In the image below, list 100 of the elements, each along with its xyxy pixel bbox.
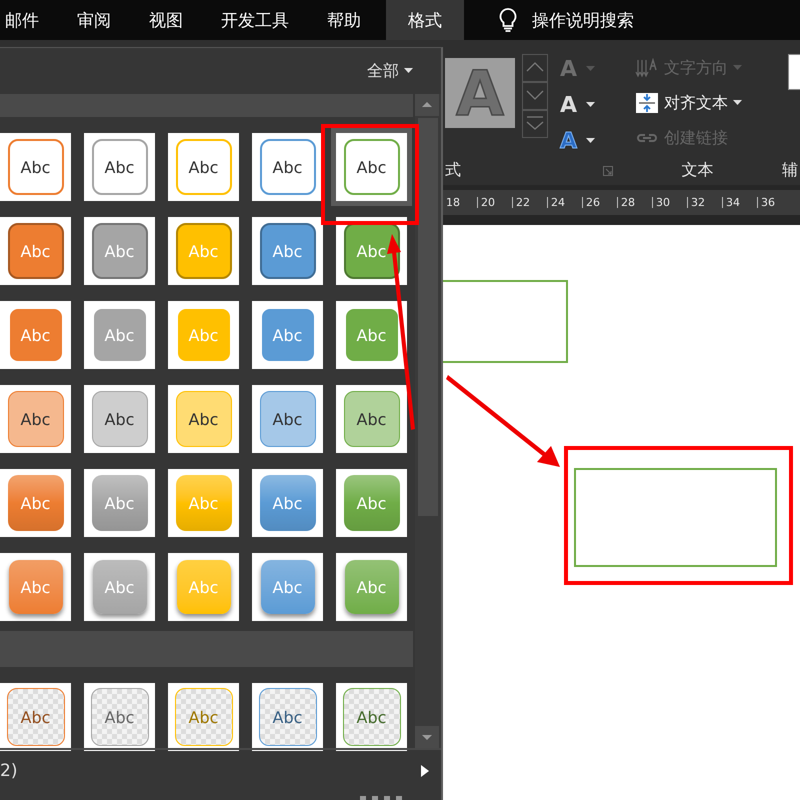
- style-swatch: Abc: [342, 688, 400, 746]
- style-swatch: Abc: [260, 560, 314, 614]
- ribbon-tab[interactable]: 开发工具: [202, 0, 308, 40]
- style-swatch: Abc: [344, 560, 398, 614]
- shape-style-tile[interactable]: Abc: [0, 301, 71, 369]
- text-effects-button[interactable]: A: [560, 128, 578, 154]
- style-swatch: Abc: [260, 139, 316, 195]
- ruler-number: 26: [582, 197, 616, 208]
- ribbon-tab[interactable]: 邮件: [0, 0, 58, 40]
- ruler-number: 30: [652, 197, 686, 208]
- style-swatch: Abc: [94, 309, 146, 361]
- shape-style-tile[interactable]: Abc: [252, 553, 323, 621]
- shape-style-tile[interactable]: Abc: [0, 469, 71, 537]
- caret-icon: [404, 68, 413, 74]
- ruler-number: 34: [722, 197, 756, 208]
- lightbulb-icon[interactable]: [498, 7, 518, 33]
- style-swatch: Abc: [260, 223, 316, 279]
- rectangle-shape[interactable]: [574, 468, 777, 567]
- shape-style-tile[interactable]: Abc: [252, 301, 323, 369]
- search-tell-me[interactable]: 操作说明搜索: [532, 8, 634, 32]
- style-swatch: Abc: [260, 475, 316, 531]
- style-preview[interactable]: A: [445, 58, 515, 128]
- ribbon-tab[interactable]: 帮助: [308, 0, 380, 40]
- caret-icon: [733, 65, 742, 71]
- shape-style-tile[interactable]: Abc: [336, 683, 407, 751]
- style-swatch: Abc: [176, 139, 232, 195]
- shape-style-tile[interactable]: Abc: [84, 301, 155, 369]
- submenu-arrow-icon: [421, 765, 429, 777]
- style-swatch: Abc: [92, 139, 148, 195]
- ribbon-tab[interactable]: 格式: [386, 0, 464, 40]
- style-swatch: Abc: [260, 391, 316, 447]
- shape-style-tile[interactable]: Abc: [336, 469, 407, 537]
- shape-style-tile[interactable]: Abc: [252, 683, 323, 751]
- style-swatch: Abc: [344, 475, 400, 531]
- style-swatch: Abc: [92, 391, 148, 447]
- shape-style-tile[interactable]: Abc: [0, 217, 71, 285]
- ruler-number: 20: [477, 197, 511, 208]
- caret-icon: [586, 138, 596, 144]
- shape-style-tile[interactable]: Abc: [252, 469, 323, 537]
- more-button[interactable]: [522, 110, 548, 138]
- shape-style-tile[interactable]: Abc: [84, 133, 155, 201]
- text-direction-icon: [635, 58, 659, 78]
- scrollbar-track[interactable]: [415, 94, 441, 748]
- style-swatch: Abc: [8, 560, 62, 614]
- style-swatch: Abc: [176, 223, 232, 279]
- style-swatch: Abc: [92, 560, 146, 614]
- style-swatch: Abc: [176, 560, 230, 614]
- shape-style-tile[interactable]: Abc: [336, 301, 407, 369]
- scroll-up-button[interactable]: [522, 54, 548, 82]
- ruler-number: 36: [757, 197, 791, 208]
- group-label: 式: [445, 160, 461, 181]
- scroll-down-button[interactable]: [415, 726, 439, 748]
- shape-style-tile[interactable]: Abc: [84, 553, 155, 621]
- shape-style-tile[interactable]: Abc: [0, 683, 71, 751]
- dialog-launcher-icon[interactable]: [603, 166, 613, 176]
- shape-style-tile[interactable]: Abc: [168, 683, 239, 751]
- filter-dropdown[interactable]: 全部: [367, 60, 413, 82]
- style-swatch: Abc: [176, 475, 232, 531]
- caret-icon: [586, 66, 596, 72]
- shape-style-tile[interactable]: Abc: [84, 385, 155, 453]
- shape-style-tile[interactable]: Abc: [168, 133, 239, 201]
- shape-style-tile[interactable]: Abc: [84, 469, 155, 537]
- shape-style-tile[interactable]: Abc: [252, 217, 323, 285]
- shape-style-tile[interactable]: Abc: [0, 553, 71, 621]
- style-swatch: Abc: [178, 309, 230, 361]
- style-swatch: Abc: [8, 391, 64, 447]
- shape-style-tile[interactable]: Abc: [252, 133, 323, 201]
- menu-item[interactable]: 2): [0, 761, 18, 781]
- shape-style-tile[interactable]: Abc: [0, 385, 71, 453]
- style-swatch: Abc: [92, 223, 148, 279]
- text-outline-button[interactable]: A: [560, 92, 578, 118]
- shape-style-tile[interactable]: Abc: [252, 385, 323, 453]
- group-label: 文本: [682, 160, 714, 181]
- scrollbar-thumb[interactable]: [418, 118, 438, 516]
- shape-style-tile[interactable]: Abc: [336, 385, 407, 453]
- caret-icon: [733, 100, 742, 106]
- ruler-number: 22: [512, 197, 546, 208]
- ruler-number: 28: [617, 197, 651, 208]
- ribbon-tab[interactable]: 视图: [130, 0, 202, 40]
- align-text-button[interactable]: 对齐文本: [635, 89, 760, 117]
- style-swatch: Abc: [174, 688, 232, 746]
- shape-style-tile[interactable]: Abc: [84, 683, 155, 751]
- style-swatch: Abc: [344, 139, 400, 195]
- style-swatch: Abc: [344, 391, 400, 447]
- ribbon-tab[interactable]: 审阅: [58, 0, 130, 40]
- scroll-up-button[interactable]: [415, 94, 439, 116]
- ruler-number: 32: [687, 197, 721, 208]
- shape-style-tile[interactable]: Abc: [168, 385, 239, 453]
- style-swatch: Abc: [92, 475, 148, 531]
- scroll-down-button[interactable]: [522, 82, 548, 110]
- shape-style-tile[interactable]: Abc: [336, 553, 407, 621]
- style-swatch: Abc: [176, 391, 232, 447]
- shape-style-tile[interactable]: Abc: [336, 133, 407, 201]
- style-swatch: Abc: [10, 309, 62, 361]
- style-swatch: Abc: [262, 309, 314, 361]
- shape-style-tile[interactable]: Abc: [84, 217, 155, 285]
- style-swatch: Abc: [8, 223, 64, 279]
- caret-icon: [586, 102, 596, 108]
- shape-style-tile[interactable]: Abc: [0, 133, 71, 201]
- style-swatch: Abc: [8, 139, 64, 195]
